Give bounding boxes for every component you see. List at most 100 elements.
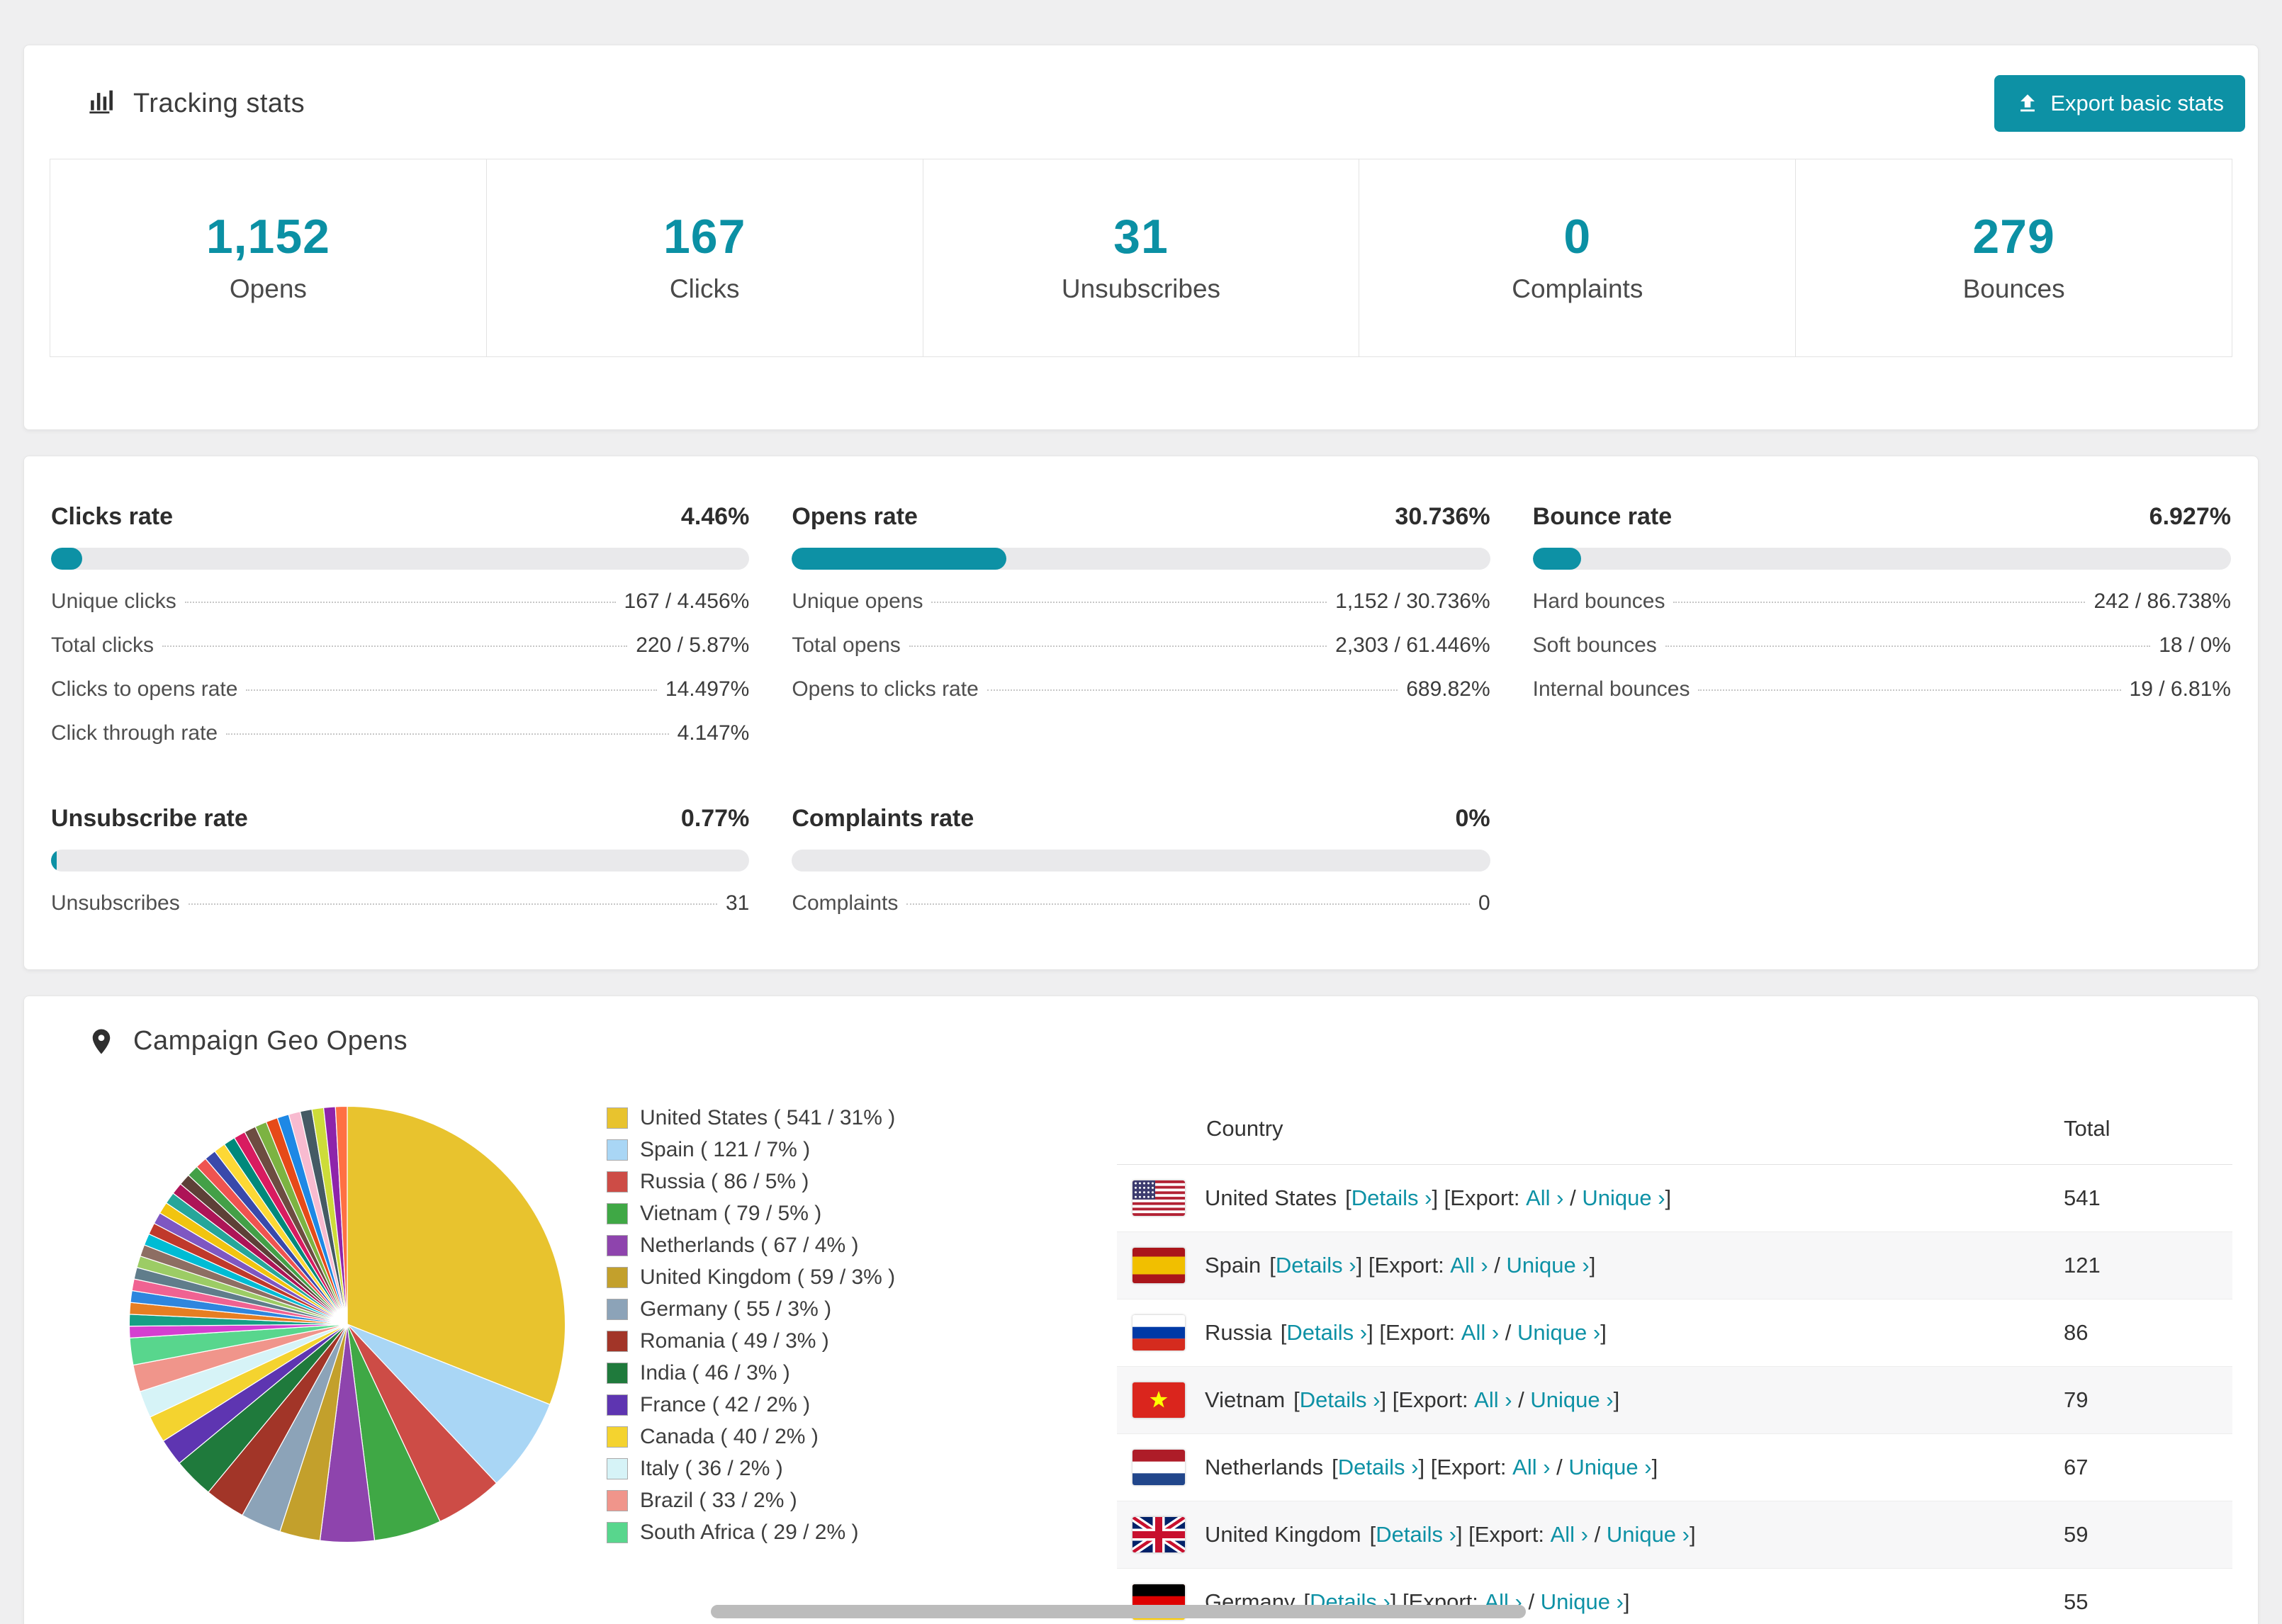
legend-swatch [607, 1266, 628, 1288]
legend-swatch [607, 1202, 628, 1224]
export-all-link[interactable]: All › [1512, 1455, 1550, 1480]
export-unique-link[interactable]: Unique › [1541, 1589, 1624, 1615]
legend-swatch [607, 1426, 628, 1448]
geo-table-wrap: Country Total United States [Details ›] … [1117, 1088, 2232, 1624]
legend-item: United Kingdom ( 59 / 3% ) [607, 1261, 1117, 1293]
rate-row-label: Hard bounces [1532, 590, 1665, 613]
rate-row-value: 220 / 5.87% [636, 633, 750, 657]
export-unique-link[interactable]: Unique › [1607, 1522, 1690, 1547]
dotted-leader [987, 689, 1398, 691]
legend-label: United States ( 541 / 31% ) [640, 1105, 896, 1129]
progress-bar [51, 548, 750, 570]
rate-row: Unique clicks 167 / 4.456% [51, 590, 749, 614]
rate-row-value: 689.82% [1406, 677, 1490, 701]
bracket: [ [1269, 1253, 1276, 1278]
slash: / [1563, 1185, 1583, 1210]
legend-label: Canada ( 40 / 2% ) [640, 1424, 819, 1448]
export-unique-link[interactable]: Unique › [1507, 1253, 1590, 1278]
stat-value: 167 [663, 210, 746, 264]
legend-label: Russia ( 86 / 5% ) [640, 1169, 809, 1193]
legend-swatch [607, 1107, 628, 1129]
legend-swatch [607, 1521, 628, 1543]
legend-label: Brazil ( 33 / 2% ) [640, 1488, 797, 1512]
geo-table: Country Total United States [Details ›] … [1117, 1095, 2232, 1624]
bracket: ] [1356, 1253, 1363, 1278]
rate-title: Clicks rate [51, 503, 173, 530]
slash: / [1550, 1455, 1569, 1479]
complaints-rate-panel: Complaints rate 0% Complaints 0 [792, 805, 1490, 915]
country-total: 79 [2064, 1366, 2232, 1434]
legend-label: Spain ( 121 / 7% ) [640, 1137, 811, 1161]
stats-summary-row: 1,152 Opens 167 Clicks 31 Unsubscribes 0… [50, 159, 2232, 357]
bracket: ] [1600, 1320, 1607, 1345]
gb-flag-icon [1132, 1517, 1185, 1552]
country-name: Spain [1205, 1253, 1261, 1278]
bracket: ] [1623, 1589, 1630, 1614]
clicks-rate-panel: Clicks rate 4.46% Unique clicks 167 / 4.… [51, 503, 750, 745]
export-all-link[interactable]: All › [1474, 1387, 1512, 1413]
rate-row-label: Unique clicks [51, 590, 176, 613]
geo-table-row: Netherlands [Details ›] [Export: All › /… [1117, 1433, 2232, 1501]
geo-table-row: Vietnam [Details ›] [Export: All › / Uni… [1117, 1366, 2232, 1434]
country-name: United States [1205, 1185, 1337, 1210]
opens-rate-panel: Opens rate 30.736% Unique opens 1,152 / … [792, 503, 1490, 745]
rate-head: Clicks rate 4.46% [51, 503, 749, 531]
horizontal-scrollbar[interactable] [711, 1605, 1526, 1618]
bracket: [ [1280, 1320, 1287, 1345]
export-unique-link[interactable]: Unique › [1582, 1185, 1665, 1211]
bracket: [ [1345, 1185, 1351, 1210]
export-unique-link[interactable]: Unique › [1530, 1387, 1613, 1413]
slash: / [1512, 1387, 1531, 1412]
geo-pie-chart[interactable] [120, 1098, 574, 1624]
map-pin-icon [92, 1029, 111, 1054]
export-all-link[interactable]: All › [1461, 1320, 1499, 1346]
bounce-rate-panel: Bounce rate 6.927% Hard bounces 242 / 86… [1532, 503, 2231, 745]
bracket: ] [1690, 1522, 1696, 1547]
legend-item: Canada ( 40 / 2% ) [607, 1421, 1117, 1453]
export-unique-link[interactable]: Unique › [1568, 1455, 1651, 1480]
stat-label: Clicks [669, 274, 740, 303]
rate-title: Complaints rate [792, 805, 974, 832]
country-column-header: Country [1117, 1095, 2064, 1165]
country-total: 86 [2064, 1299, 2232, 1367]
details-link[interactable]: Details › [1351, 1185, 1432, 1211]
export-basic-stats-button[interactable]: Export basic stats [1994, 75, 2245, 132]
stat-bounces: 279 Bounces [1795, 159, 2232, 356]
legend-swatch [607, 1330, 628, 1352]
stat-unsubscribes: 31 Unsubscribes [922, 159, 1359, 356]
geo-table-row: Russia [Details ›] [Export: All › / Uniq… [1117, 1299, 2232, 1367]
progress-bar [792, 548, 1490, 570]
geo-table-header-row: Country Total [1117, 1095, 2232, 1165]
rate-row: Unique opens 1,152 / 30.736% [792, 590, 1490, 614]
details-link[interactable]: Details › [1286, 1320, 1367, 1346]
rate-row: Complaints 0 [792, 891, 1490, 915]
rate-row-value: 31 [725, 891, 750, 915]
geo-table-row: Spain [Details ›] [Export: All › / Uniqu… [1117, 1231, 2232, 1299]
export-all-link[interactable]: All › [1551, 1522, 1588, 1547]
rate-row-value: 18 / 0% [2159, 633, 2231, 657]
export-prefix: [Export: [1438, 1185, 1527, 1210]
stat-value: 31 [1113, 210, 1169, 264]
export-all-link[interactable]: All › [1526, 1185, 1563, 1211]
dotted-leader [931, 602, 1327, 603]
vn-flag-icon [1132, 1382, 1185, 1418]
bracket: ] [1367, 1320, 1373, 1345]
country-total: 59 [2064, 1501, 2232, 1569]
legend-label: United Kingdom ( 59 / 3% ) [640, 1265, 896, 1289]
rate-percent: 0% [1455, 805, 1490, 832]
details-link[interactable]: Details › [1376, 1522, 1456, 1547]
stat-value: 279 [1972, 210, 2055, 264]
stat-clicks: 167 Clicks [485, 159, 923, 356]
rate-row-label: Click through rate [51, 721, 218, 745]
progress-bar-fill [1532, 548, 1581, 570]
legend-item: United States ( 541 / 31% ) [607, 1102, 1117, 1134]
details-link[interactable]: Details › [1338, 1455, 1419, 1480]
export-all-link[interactable]: All › [1450, 1253, 1488, 1278]
details-link[interactable]: Details › [1300, 1387, 1381, 1413]
details-link[interactable]: Details › [1276, 1253, 1356, 1278]
rate-row-label: Total clicks [51, 633, 154, 657]
bracket: [ [1369, 1522, 1376, 1547]
rate-row: Total opens 2,303 / 61.446% [792, 633, 1490, 658]
rate-title: Opens rate [792, 503, 918, 530]
export-unique-link[interactable]: Unique › [1517, 1320, 1600, 1346]
